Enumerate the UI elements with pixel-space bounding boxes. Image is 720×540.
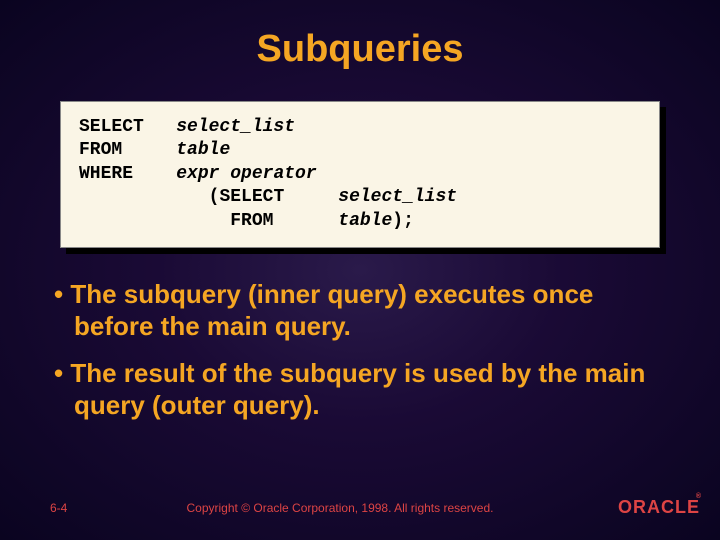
it-select-list: select_list bbox=[176, 117, 295, 137]
bullet-list: The subquery (inner query) executes once… bbox=[50, 278, 670, 422]
code-box: SELECT select_list FROM table WHERE expr… bbox=[60, 101, 660, 248]
logo-text: ORACLE bbox=[618, 497, 700, 517]
copyright-text: Copyright © Oracle Corporation, 1998. Al… bbox=[100, 501, 580, 515]
bullet-item: The result of the subquery is used by th… bbox=[50, 357, 670, 422]
slide-title: Subqueries bbox=[0, 0, 720, 101]
paren-open: ( bbox=[209, 187, 220, 207]
registered-icon: ® bbox=[696, 493, 702, 500]
kw-where: WHERE bbox=[79, 164, 133, 184]
slide-number: 6-4 bbox=[20, 501, 100, 515]
it-table: table bbox=[176, 140, 230, 160]
inner-table: table bbox=[338, 211, 392, 231]
inner-select-list: select_list bbox=[338, 187, 457, 207]
bullet-item: The subquery (inner query) executes once… bbox=[50, 278, 670, 343]
kw-from: FROM bbox=[79, 140, 122, 160]
inner-from: FROM bbox=[230, 211, 273, 231]
oracle-logo: ORACLE® bbox=[580, 497, 700, 518]
it-expr-op: expr operator bbox=[176, 164, 316, 184]
kw-select: SELECT bbox=[79, 117, 144, 137]
close: ); bbox=[392, 211, 414, 231]
code-box-wrap: SELECT select_list FROM table WHERE expr… bbox=[60, 101, 660, 248]
inner-select: SELECT bbox=[219, 187, 284, 207]
footer: 6-4 Copyright © Oracle Corporation, 1998… bbox=[0, 497, 720, 518]
